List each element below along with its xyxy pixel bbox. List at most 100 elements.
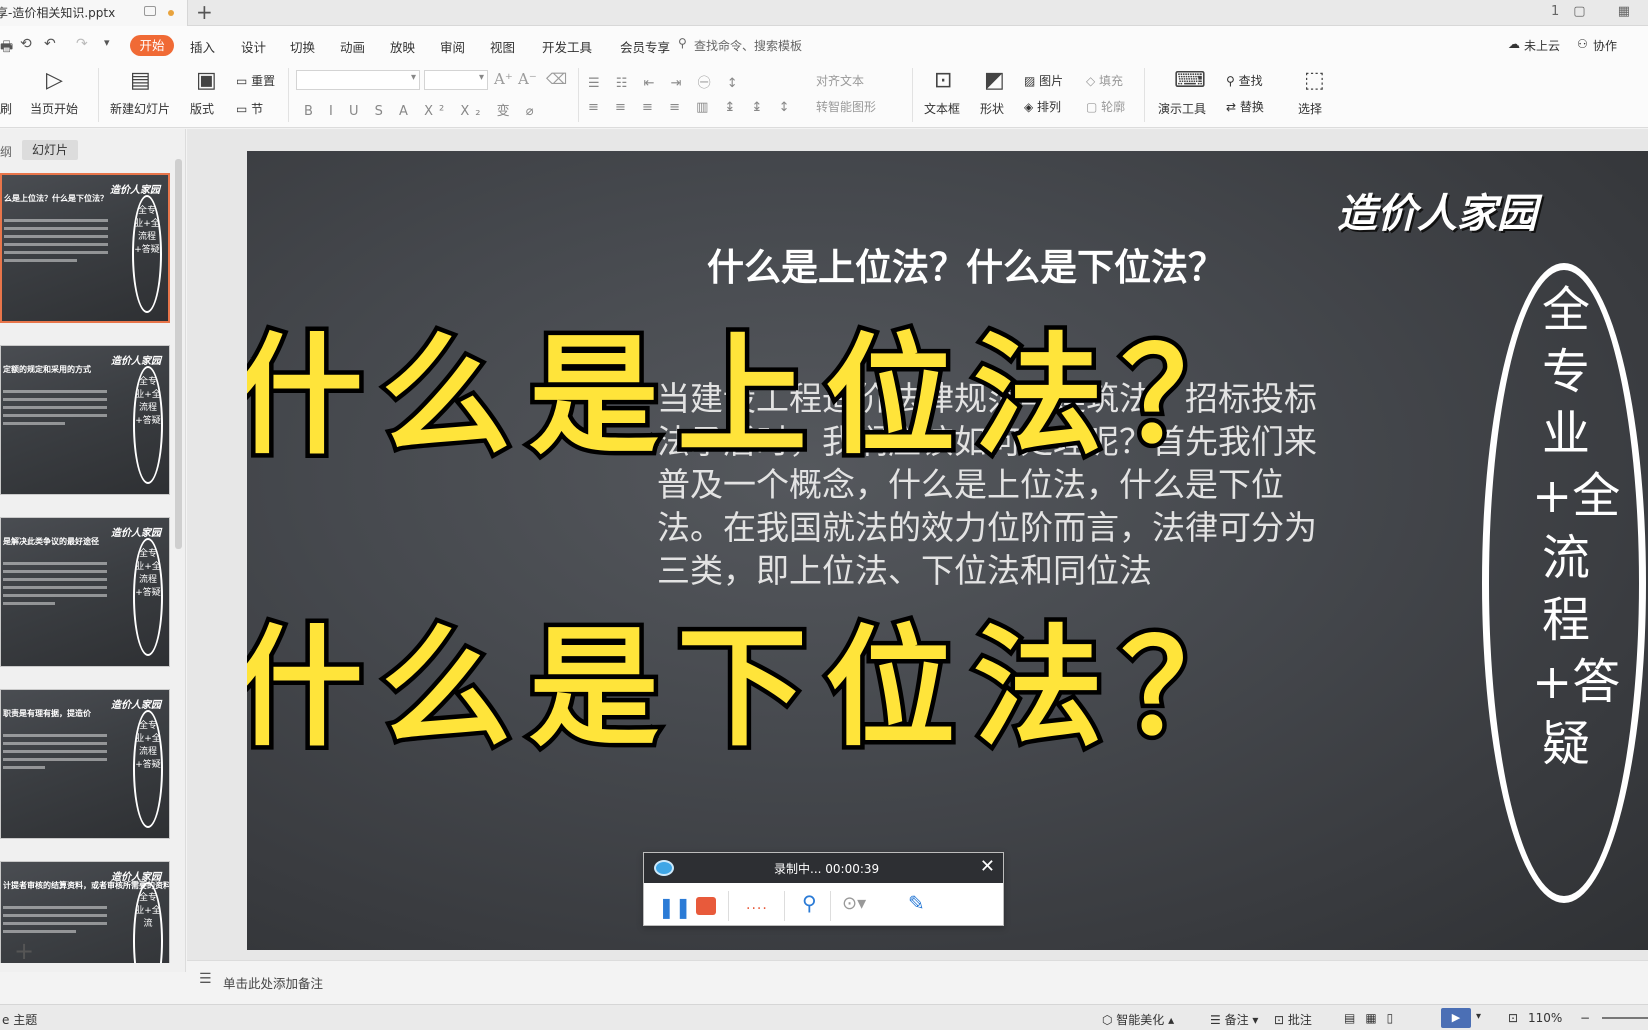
customize-quick-access-icon[interactable]: ▾ xyxy=(104,36,110,49)
list-icons[interactable]: ☰ ☷ ⇤ ⇥ ㊀ ↕ xyxy=(588,72,744,91)
recorder-header[interactable]: 录制中... 00:00:39 ✕ xyxy=(644,853,1003,883)
notes-toggle-button[interactable]: ☰ 备注 ▾ xyxy=(1210,1011,1258,1028)
reset-button[interactable]: ▭ 重置 xyxy=(236,72,275,89)
outline-button[interactable]: ▢ 轮廓 xyxy=(1086,98,1125,115)
font-size-combo[interactable] xyxy=(424,70,488,90)
notes-bar[interactable]: ☰ 单击此处添加备注 xyxy=(187,960,1648,1000)
tab-review[interactable]: 审阅 xyxy=(440,37,465,56)
user-icon: ⚇ xyxy=(1577,37,1588,51)
document-tab[interactable]: 享-造价相关知识.pptx xyxy=(0,0,188,26)
reset-label: 重置 xyxy=(251,74,276,88)
textbox-icon[interactable]: ⊡ xyxy=(934,68,952,93)
thumbnail-oval: 全专业+全流 xyxy=(133,882,163,963)
convert-smartart-button[interactable]: 转智能图形 xyxy=(816,98,876,115)
tab-developer[interactable]: 开发工具 xyxy=(542,37,592,56)
current-slide[interactable]: 造价人家园 全专业+全流程+答疑 什么是上位法？什么是下位法？ 当建设工程造价法… xyxy=(247,151,1648,950)
tab-member[interactable]: 会员专享 xyxy=(620,37,670,56)
slide-thumbnail-1[interactable]: 造价人家园 么是上位法？什么是下位法？ 全专业+全流程+答疑 xyxy=(0,173,170,323)
slide-thumbnail-3[interactable]: 造价人家园 是解决此类争议的最好途径 全专业+全流程+答疑 xyxy=(0,517,170,667)
align-text-button[interactable]: 对齐文本 xyxy=(816,72,864,89)
tab-slideshow[interactable]: 放映 xyxy=(390,37,415,56)
shape-icon[interactable]: ◩ xyxy=(984,68,1005,93)
presentation-tools-icon[interactable]: ⌨ xyxy=(1174,68,1206,93)
zoom-out-icon[interactable]: − xyxy=(1580,1011,1590,1025)
clear-format-icon[interactable]: ⌫ xyxy=(546,70,567,88)
thumbnail-oval: 全专业+全流程+答疑 xyxy=(133,538,163,656)
shape-button[interactable]: 形状 xyxy=(980,100,1004,117)
stop-icon[interactable] xyxy=(696,897,716,915)
theme-label[interactable]: e 主题 xyxy=(2,1011,37,1028)
pen-icon[interactable]: ✎ xyxy=(908,891,925,915)
smart-beautify-button[interactable]: ⬡ 智能美化 ▴ xyxy=(1102,1011,1174,1028)
pause-icon[interactable]: ❚❚ xyxy=(658,895,692,919)
textbox-button[interactable]: 文本框 xyxy=(924,100,960,117)
layout-icon[interactable]: ▣ xyxy=(196,68,217,93)
monitor-icon[interactable] xyxy=(144,6,156,16)
redo-icon[interactable]: ↷ xyxy=(76,36,88,52)
tab-view[interactable]: 视图 xyxy=(490,37,515,56)
format-painter-label[interactable]: 刷 xyxy=(0,100,12,117)
section-button[interactable]: ▭ 节 xyxy=(236,100,263,117)
thumbnail-logo: 造价人家园 xyxy=(111,700,161,711)
tab-transition[interactable]: 切换 xyxy=(290,37,315,56)
select-icon[interactable]: ⬚ xyxy=(1304,68,1325,93)
add-slide-button[interactable]: + xyxy=(14,937,34,965)
tab-design[interactable]: 设计 xyxy=(241,37,266,56)
text-format-icons[interactable]: B I U S A X² X₂ 变 ⌀ xyxy=(304,100,540,119)
notes-placeholder[interactable]: 单击此处添加备注 xyxy=(223,973,323,992)
fill-button[interactable]: ◇ 填充 xyxy=(1086,72,1123,89)
tab-slides[interactable]: 幻灯片 xyxy=(22,140,78,160)
thumbnail-scrollbar[interactable] xyxy=(175,159,182,549)
slide-thumbnail-2[interactable]: 造价人家园 定额的规定和采用的方式 全专业+全流程+答疑 xyxy=(0,345,170,495)
new-tab-button[interactable]: + xyxy=(196,0,213,24)
new-slide-icon[interactable]: ▤ xyxy=(130,68,151,93)
print-icon[interactable]: 🖶 xyxy=(0,36,13,60)
play-slideshow-button[interactable]: ▶ xyxy=(1441,1008,1471,1028)
view-mode-icons[interactable]: ▤▦▯ xyxy=(1344,1011,1403,1025)
play-from-current-button[interactable]: 当页开始 xyxy=(30,100,78,117)
tab-insert[interactable]: 插入 xyxy=(190,37,215,56)
picture-label: 图片 xyxy=(1039,74,1064,88)
font-name-combo[interactable] xyxy=(296,70,420,90)
paragraph-align-icons[interactable]: ≡ ≡ ≡ ≡ ▥ ↨ ↨ ↕ xyxy=(588,100,795,115)
arrange-button[interactable]: ◈ 排列 xyxy=(1024,98,1061,115)
thumbnail-logo: 造价人家园 xyxy=(111,528,161,539)
comments-label: 批注 xyxy=(1287,1013,1312,1027)
zoom-level[interactable]: 110% xyxy=(1528,1011,1562,1025)
webcam-icon[interactable]: ⊙▾ xyxy=(842,893,866,914)
presentation-tools-button[interactable]: 演示工具 xyxy=(1158,100,1206,117)
replace-button[interactable]: ⇄ 替换 xyxy=(1226,98,1264,115)
slide-title[interactable]: 什么是上位法？什么是下位法？ xyxy=(707,237,1225,291)
fit-window-icon[interactable]: ⊡ xyxy=(1508,1011,1518,1025)
slide-thumbnail-4[interactable]: 造价人家园 职责是有理有据，提造价 全专业+全流程+答疑 xyxy=(0,689,170,839)
new-slide-button[interactable]: 新建幻灯片 xyxy=(110,100,170,117)
decrease-font-icon[interactable]: A⁻ xyxy=(518,70,537,88)
tab-outline[interactable]: 纲 xyxy=(0,143,12,160)
undo-icon[interactable]: ↶ xyxy=(44,36,56,52)
comments-button[interactable]: ⊡ 批注 xyxy=(1274,1011,1312,1028)
menu-bar: 🖶 ⟲ ↶ ↷ ▾ 开始 插入 设计 切换 动画 放映 审阅 视图 开发工具 会… xyxy=(0,26,1648,64)
marker-tool-icon[interactable]: ⚲ xyxy=(802,891,817,915)
increase-font-icon[interactable]: A⁺ xyxy=(494,70,513,88)
find-button[interactable]: ⚲ 查找 xyxy=(1226,72,1263,89)
play-options-icon[interactable]: ▾ xyxy=(1476,1011,1481,1022)
tab-start[interactable]: 开始 xyxy=(130,35,174,56)
document-tab-title: 享-造价相关知识.pptx xyxy=(0,6,116,20)
tab-animation[interactable]: 动画 xyxy=(340,37,365,56)
thumbnail-title: 定额的规定和采用的方式 xyxy=(3,365,91,374)
select-button[interactable]: 选择 xyxy=(1298,100,1322,117)
zoom-slider[interactable] xyxy=(1602,1017,1648,1019)
layout-button[interactable]: 版式 xyxy=(190,100,214,117)
close-icon[interactable]: ✕ xyxy=(980,856,995,877)
command-search[interactable]: ⚲ 查找命令、搜索模板 xyxy=(678,36,802,54)
recording-status: 录制中... 00:00:39 xyxy=(774,862,880,876)
play-circle-icon[interactable]: ▷ xyxy=(46,68,63,93)
preview-icon[interactable]: ⟲ xyxy=(20,36,32,52)
thumbnail-body xyxy=(3,390,107,430)
cloud-status[interactable]: ☁ 未上云 xyxy=(1508,37,1560,54)
picture-button[interactable]: ▨ 图片 xyxy=(1024,72,1063,89)
overlay-caption-2: 什么是下位法？ xyxy=(247,608,1270,769)
ribbon-separator xyxy=(288,68,289,122)
window-layout-icons[interactable]: 1▢ ▦ xyxy=(1551,4,1644,19)
collaborate-button[interactable]: ⚇ 协作 xyxy=(1577,37,1617,54)
